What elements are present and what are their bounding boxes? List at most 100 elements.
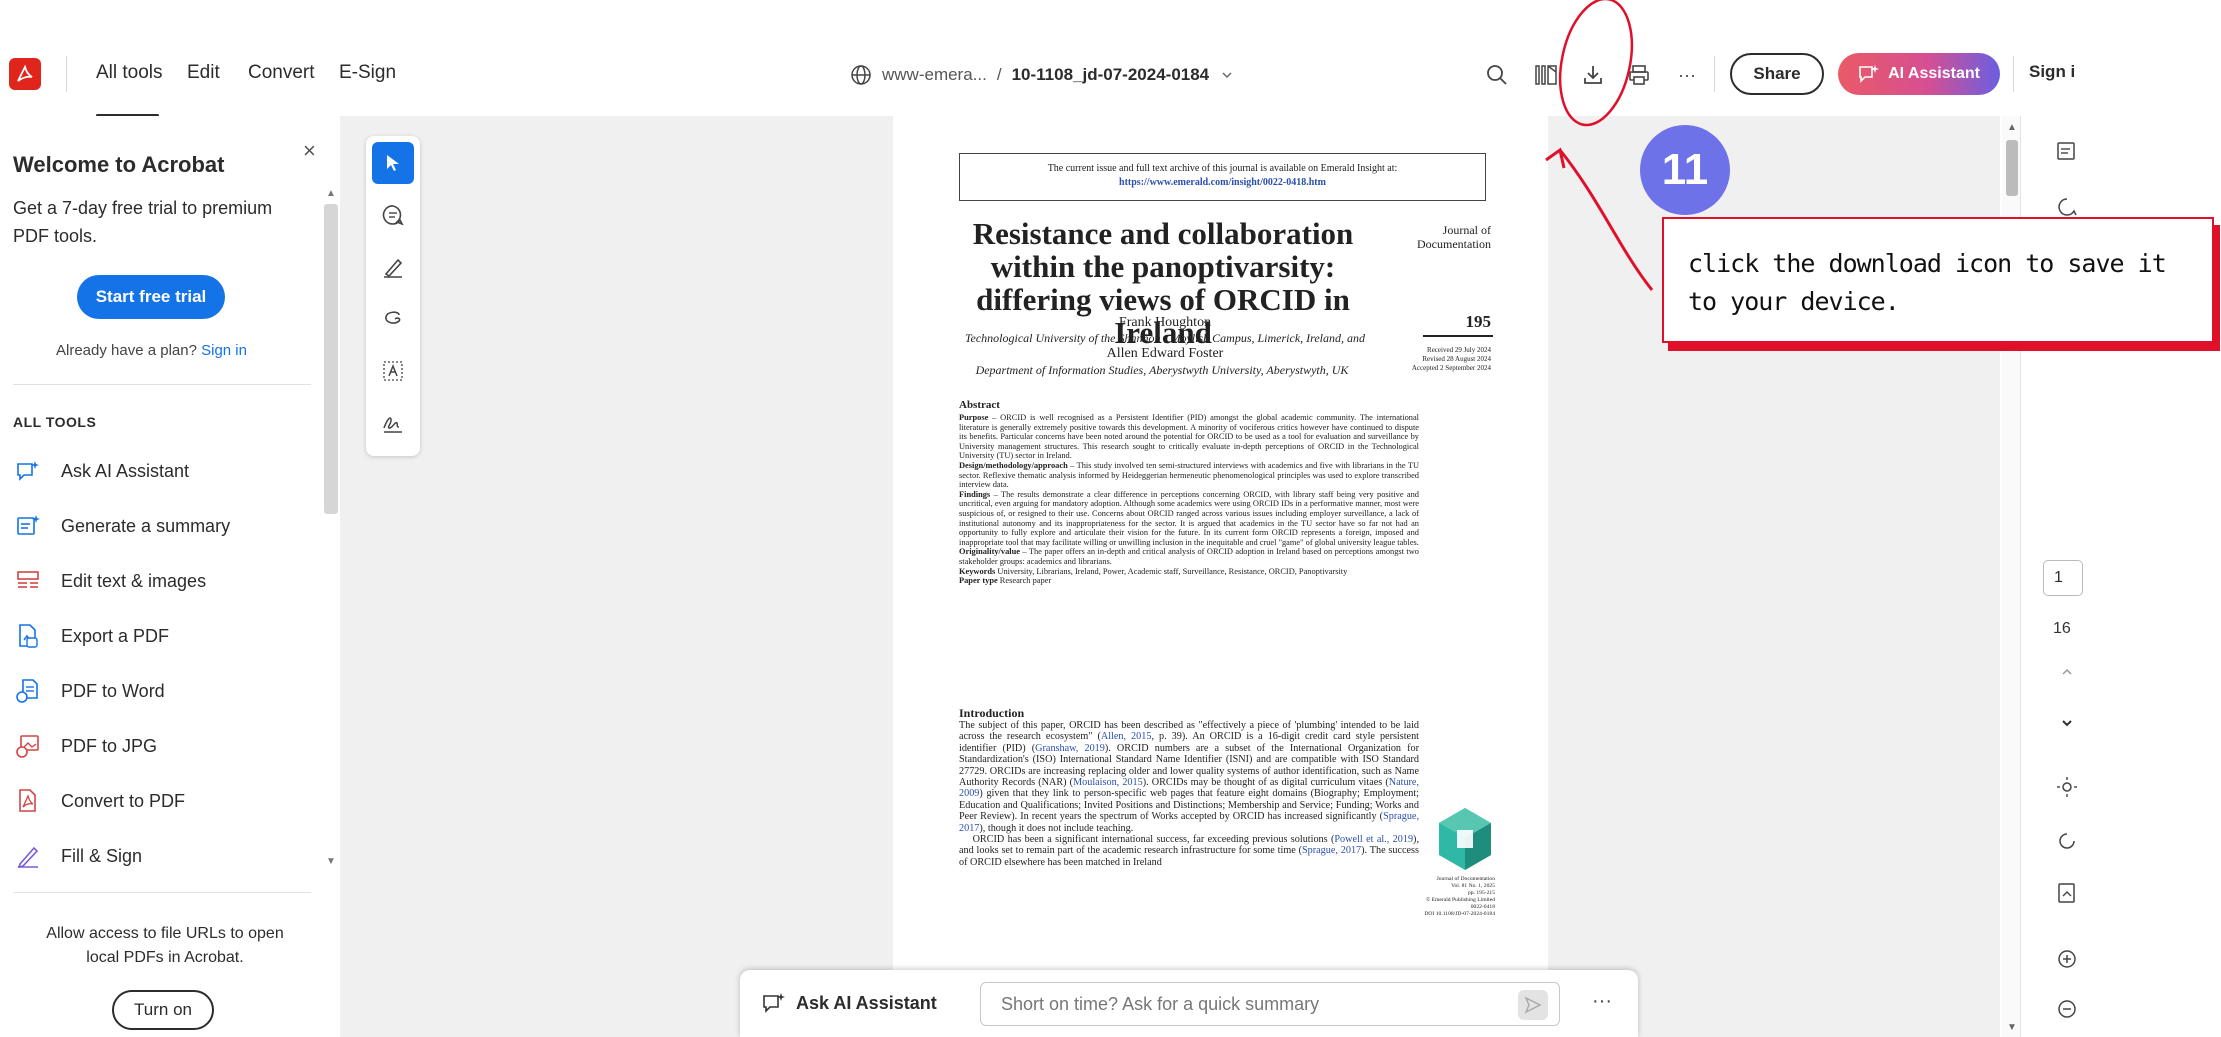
- zoom-in-icon[interactable]: [2052, 944, 2082, 974]
- scrollbar-thumb[interactable]: [2006, 140, 2018, 196]
- originality-label: Originality/value: [959, 547, 1020, 557]
- more-options-icon[interactable]: ···: [1592, 990, 1612, 1013]
- highlight-tool[interactable]: [372, 246, 414, 288]
- tool-label: PDF to JPG: [61, 735, 158, 756]
- nav-esign[interactable]: E-Sign: [339, 62, 396, 84]
- tool-edit-text-images[interactable]: Edit text & images: [13, 561, 313, 601]
- tool-label: Edit text & images: [61, 570, 207, 591]
- intro-text: ). ORCIDs may be thought of as digital c…: [1142, 777, 1389, 789]
- close-icon[interactable]: ×: [303, 138, 316, 164]
- originality-text: – The paper offers an in-depth and criti…: [959, 547, 1419, 566]
- rotate-icon[interactable]: [2052, 826, 2082, 856]
- document-path[interactable]: www-emera... / 10-1108_jd-07-2024-0184: [850, 60, 1235, 90]
- draw-tool[interactable]: [372, 298, 414, 340]
- tool-generate-summary[interactable]: Generate a summary: [13, 506, 313, 546]
- ask-ai-label-group[interactable]: Ask AI Assistant: [762, 992, 937, 1014]
- chevron-up-icon[interactable]: [2052, 657, 2082, 687]
- pen-icon: [384, 258, 403, 278]
- summary-panel-icon[interactable]: [2052, 136, 2082, 166]
- sign-tool[interactable]: [372, 402, 414, 444]
- send-icon[interactable]: [1518, 990, 1548, 1020]
- intro-text: ), though it does not include teaching.: [979, 822, 1134, 834]
- pdf-page[interactable]: The current issue and full text archive …: [893, 116, 1548, 1037]
- paper-type-label: Paper type: [959, 576, 998, 586]
- scroll-up-arrow[interactable]: ▲: [2007, 122, 2017, 133]
- all-tools-heading: ALL TOOLS: [13, 414, 97, 430]
- nav-all-tools[interactable]: All tools: [96, 62, 163, 84]
- share-button[interactable]: Share: [1730, 53, 1824, 95]
- welcome-title: Welcome to Acrobat: [13, 152, 225, 177]
- ask-ai-input[interactable]: Short on time? Ask for a quick summary: [980, 982, 1560, 1026]
- nav-edit[interactable]: Edit: [187, 62, 220, 84]
- tool-pdf-to-jpg[interactable]: PDF to JPG: [13, 726, 313, 766]
- crossmark-logo[interactable]: [1435, 806, 1495, 872]
- nav-convert[interactable]: Convert: [248, 62, 315, 84]
- intro-heading: Introduction: [959, 706, 1025, 720]
- findings-label: Findings: [959, 489, 991, 499]
- tool-ask-ai-assistant[interactable]: Ask AI Assistant: [13, 451, 313, 491]
- search-icon[interactable]: [1480, 58, 1514, 92]
- already-have-plan: Already have a plan? Sign in: [56, 342, 247, 359]
- export-pdf-icon: [13, 621, 43, 651]
- tool-convert-to-pdf[interactable]: Convert to PDF: [13, 781, 313, 821]
- citation-link[interactable]: Allen, 2015: [1101, 731, 1152, 742]
- cite-publisher: © Emerald Publishing Limited: [1425, 897, 1495, 903]
- scroll-down-arrow[interactable]: ▼: [2007, 1022, 2017, 1033]
- intro-body: The subject of this paper, ORCID has bee…: [959, 720, 1419, 868]
- select-tool[interactable]: [372, 142, 414, 184]
- citation-link[interactable]: Powell et al., 2019: [1334, 834, 1413, 845]
- scroll-up-arrow[interactable]: ▲: [326, 188, 336, 199]
- turn-on-button[interactable]: Turn on: [112, 990, 214, 1030]
- chevron-down-icon[interactable]: [2052, 708, 2082, 738]
- ask-ai-label: Ask AI Assistant: [796, 992, 937, 1013]
- comment-icon: [382, 205, 404, 226]
- ai-assistant-button[interactable]: AI Assistant: [1838, 53, 2000, 95]
- zoom-out-icon[interactable]: [2052, 994, 2082, 1024]
- left-panel-scrollbar[interactable]: [324, 204, 338, 514]
- citation-link[interactable]: Granshaw, 2019: [1035, 743, 1105, 754]
- already-text: Already have a plan?: [56, 342, 197, 359]
- chevron-down-icon[interactable]: [1219, 67, 1235, 83]
- page-number-input[interactable]: 1: [2043, 560, 2083, 596]
- citation-info: Journal of Documentation Vol. 81 No. 1, …: [1403, 876, 1495, 918]
- allow-access-text: Allow access to file URLs to open local …: [46, 925, 284, 966]
- start-free-trial-button[interactable]: Start free trial: [77, 275, 225, 319]
- divider: [13, 892, 311, 893]
- download-icon[interactable]: [1576, 58, 1610, 92]
- keywords-label: Keywords: [959, 566, 996, 576]
- page-thumbnails-icon[interactable]: [1530, 58, 1564, 92]
- citation-link[interactable]: Moulaison, 2015: [1073, 777, 1143, 788]
- scroll-down-arrow[interactable]: ▼: [326, 856, 336, 867]
- page-number-rule: [1423, 335, 1493, 337]
- accepted-date: Accepted 2 September 2024: [1411, 364, 1491, 372]
- doc-site: www-emera...: [882, 65, 987, 84]
- design-label: Design/methodology/approach: [959, 460, 1068, 470]
- print-icon[interactable]: [1622, 58, 1656, 92]
- sign-in-link[interactable]: Sign i: [2029, 62, 2075, 82]
- page-total: 16: [2053, 620, 2071, 637]
- intro-text: ORCID has been a significant internation…: [972, 834, 1335, 846]
- quick-tools-bar: [366, 136, 420, 456]
- sign-in-link[interactable]: Sign in: [201, 342, 247, 359]
- tool-export-pdf[interactable]: Export a PDF: [13, 616, 313, 656]
- comment-tool[interactable]: [372, 194, 414, 236]
- citation-link[interactable]: Sprague, 2017: [1302, 845, 1361, 856]
- text-tool[interactable]: [372, 350, 414, 392]
- convert-pdf-icon: [13, 786, 43, 816]
- ask-ai-bar: Ask AI Assistant Short on time? Ask for …: [740, 970, 1638, 1037]
- page-fit-icon[interactable]: [2052, 878, 2082, 908]
- notice-url[interactable]: https://www.emerald.com/insight/0022-041…: [960, 176, 1485, 190]
- more-options-icon[interactable]: ···: [1670, 58, 1704, 92]
- revised-date: Revised 28 August 2024: [1422, 355, 1491, 363]
- intro-text: ) given that they link to person-specifi…: [959, 788, 1419, 823]
- brightness-icon[interactable]: [2052, 772, 2082, 802]
- ai-assistant-icon: [13, 456, 43, 486]
- tool-fill-sign[interactable]: Fill & Sign: [13, 836, 313, 876]
- cite-journal: Journal of Documentation: [1436, 876, 1495, 882]
- path-separator: /: [996, 65, 1002, 84]
- acrobat-logo-icon[interactable]: [9, 58, 41, 90]
- tool-pdf-to-word[interactable]: PDF to Word: [13, 671, 313, 711]
- author-2: Allen Edward Foster: [1106, 346, 1224, 361]
- welcome-panel: Welcome to Acrobat × Get a 7-day free tr…: [0, 116, 340, 1037]
- top-toolbar: All tools Edit Convert E-Sign www-emera.…: [0, 32, 2221, 117]
